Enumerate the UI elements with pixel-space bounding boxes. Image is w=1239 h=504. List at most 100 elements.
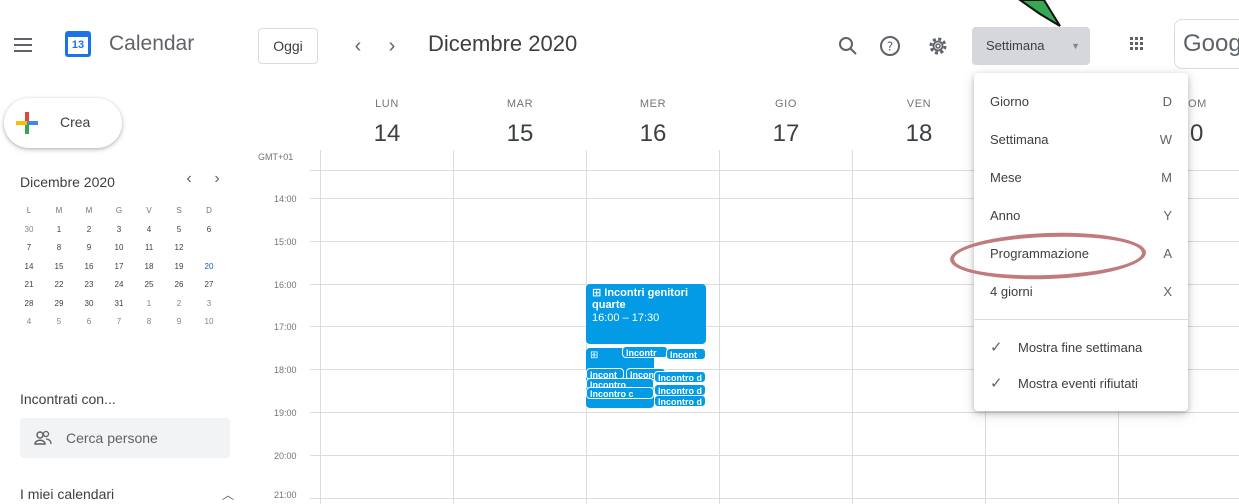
day-number[interactable]: 15 xyxy=(453,120,587,148)
mini-day[interactable]: 23 xyxy=(78,276,100,294)
day-header[interactable]: GIO 17 xyxy=(719,98,853,148)
mini-day[interactable]: 19 xyxy=(168,258,190,276)
hour-label: 18:00 xyxy=(274,365,297,375)
mini-day[interactable]: 5 xyxy=(48,313,70,331)
event-chip[interactable]: Incontr xyxy=(622,346,668,358)
day-name: VEN xyxy=(906,98,932,110)
mini-day[interactable]: 26 xyxy=(168,276,190,294)
search-people-input[interactable]: Cerca persone xyxy=(20,418,230,458)
mini-day[interactable]: 27 xyxy=(198,276,220,294)
mini-day[interactable]: 7 xyxy=(108,313,130,331)
mini-day[interactable]: 4 xyxy=(138,221,160,239)
hour-label: 15:00 xyxy=(274,237,297,247)
mini-day[interactable]: 8 xyxy=(138,313,160,331)
mini-day[interactable]: 18 xyxy=(138,258,160,276)
mini-day[interactable]: 2 xyxy=(168,295,190,313)
create-button[interactable]: Crea xyxy=(4,98,122,148)
annotation-arrow-icon xyxy=(1018,0,1061,27)
mini-day[interactable]: 17 xyxy=(108,258,130,276)
mini-week-row: 7 8 9 10 11 12 13 xyxy=(18,237,228,259)
menu-item-programmazione[interactable]: Programmazione A xyxy=(974,235,1188,273)
mini-day[interactable]: 10 xyxy=(198,313,220,331)
menu-shortcut-key: D xyxy=(1162,94,1172,109)
event-type-icon: ⊞ xyxy=(590,350,599,361)
mini-day[interactable]: 7 xyxy=(18,239,40,257)
mini-day[interactable]: 1 xyxy=(48,221,70,239)
day-name: GIO xyxy=(775,98,797,110)
day-name: LUN xyxy=(375,98,399,110)
menu-item-4-giorni[interactable]: 4 giorni X xyxy=(974,273,1188,311)
menu-toggle-option[interactable]: ✓ Mostra eventi rifiutati xyxy=(974,365,1188,403)
mini-day[interactable]: 9 xyxy=(168,313,190,331)
chevron-right-icon[interactable]: › xyxy=(380,34,404,58)
event-chip[interactable]: Incontro d xyxy=(654,395,706,407)
day-header[interactable]: LUN 14 xyxy=(320,98,454,148)
menu-item-settimana[interactable]: Settimana W xyxy=(974,121,1188,159)
event-chip[interactable]: Incontro c xyxy=(586,387,654,399)
mini-day[interactable]: 13 xyxy=(198,237,220,259)
menu-option-label: Mostra eventi rifiutati xyxy=(1018,376,1138,391)
day-number[interactable]: 14 xyxy=(320,120,454,148)
mini-day[interactable]: 12 xyxy=(168,239,190,257)
mini-day[interactable]: 25 xyxy=(138,276,160,294)
menu-item-giorno[interactable]: Giorno D xyxy=(974,83,1188,121)
mini-day[interactable]: 6 xyxy=(78,313,100,331)
mini-day[interactable]: 29 xyxy=(48,295,70,313)
mini-day[interactable]: 28 xyxy=(18,295,40,313)
mini-week-row: 14 15 16 17 18 19 20 xyxy=(18,255,228,278)
mini-day[interactable]: 20 xyxy=(198,255,220,278)
google-apps-icon[interactable] xyxy=(1130,37,1144,51)
search-icon[interactable] xyxy=(836,34,860,58)
menu-item-label: Settimana xyxy=(990,132,1049,147)
mini-day[interactable]: 22 xyxy=(48,276,70,294)
chevron-up-icon[interactable]: ︿ xyxy=(222,486,234,503)
hour-label: 19:00 xyxy=(274,408,297,418)
mini-day[interactable]: 10 xyxy=(108,239,130,257)
mini-day[interactable]: 11 xyxy=(138,239,160,257)
mini-day[interactable]: 5 xyxy=(168,221,190,239)
day-number[interactable]: 18 xyxy=(852,120,986,148)
today-button[interactable]: Oggi xyxy=(258,28,318,64)
mini-next-icon[interactable]: › xyxy=(208,170,226,188)
search-people-placeholder: Cerca persone xyxy=(66,430,158,446)
menu-item-label: Giorno xyxy=(990,94,1030,109)
mini-day[interactable]: 1 xyxy=(138,295,160,313)
menu-item-mese[interactable]: Mese M xyxy=(974,159,1188,197)
day-header[interactable]: MER 16 xyxy=(586,98,720,148)
chevron-left-icon[interactable]: ‹ xyxy=(346,34,370,58)
day-header[interactable]: VEN 18 xyxy=(852,98,986,148)
mini-day[interactable]: 3 xyxy=(198,295,220,313)
day-number[interactable]: 17 xyxy=(719,120,853,148)
event-parent-meeting[interactable]: ⊞ Incontri genitori quarte 16:00 – 17:30 xyxy=(586,284,706,344)
mini-day[interactable]: 8 xyxy=(48,239,70,257)
view-selector-button[interactable]: Settimana ▼ xyxy=(972,27,1090,65)
mini-day[interactable]: 6 xyxy=(198,221,220,239)
help-icon[interactable]: ? xyxy=(878,34,902,58)
hour-label: 17:00 xyxy=(274,322,297,332)
menu-toggle-option[interactable]: ✓ Mostra fine settimana xyxy=(974,329,1188,367)
mini-day[interactable]: 30 xyxy=(18,221,40,239)
account-logo[interactable]: Goog xyxy=(1174,19,1239,69)
mini-day[interactable]: 4 xyxy=(18,313,40,331)
mini-day[interactable]: 24 xyxy=(108,276,130,294)
mini-day[interactable]: 3 xyxy=(108,221,130,239)
mini-day[interactable]: 2 xyxy=(78,221,100,239)
mini-day[interactable]: 16 xyxy=(78,258,100,276)
mini-day[interactable]: 9 xyxy=(78,239,100,257)
mini-day[interactable]: 14 xyxy=(18,258,40,276)
mini-prev-icon[interactable]: ‹ xyxy=(180,170,198,188)
checkmark-icon: ✓ xyxy=(990,375,1003,392)
svg-text:?: ? xyxy=(887,40,893,54)
mini-day[interactable]: 30 xyxy=(78,295,100,313)
day-number[interactable]: 16 xyxy=(586,120,720,148)
menu-shortcut-key: A xyxy=(1163,246,1172,261)
settings-gear-icon[interactable] xyxy=(926,34,950,58)
menu-item-anno[interactable]: Anno Y xyxy=(974,197,1188,235)
day-header[interactable]: MAR 15 xyxy=(453,98,587,148)
main-menu-icon[interactable] xyxy=(14,36,34,54)
mini-day[interactable]: 15 xyxy=(48,258,70,276)
mini-day[interactable]: 31 xyxy=(108,295,130,313)
event-chip[interactable]: Incont xyxy=(666,348,706,360)
mini-day[interactable]: 21 xyxy=(18,276,40,294)
event-chip[interactable]: Incontro d xyxy=(654,371,706,383)
